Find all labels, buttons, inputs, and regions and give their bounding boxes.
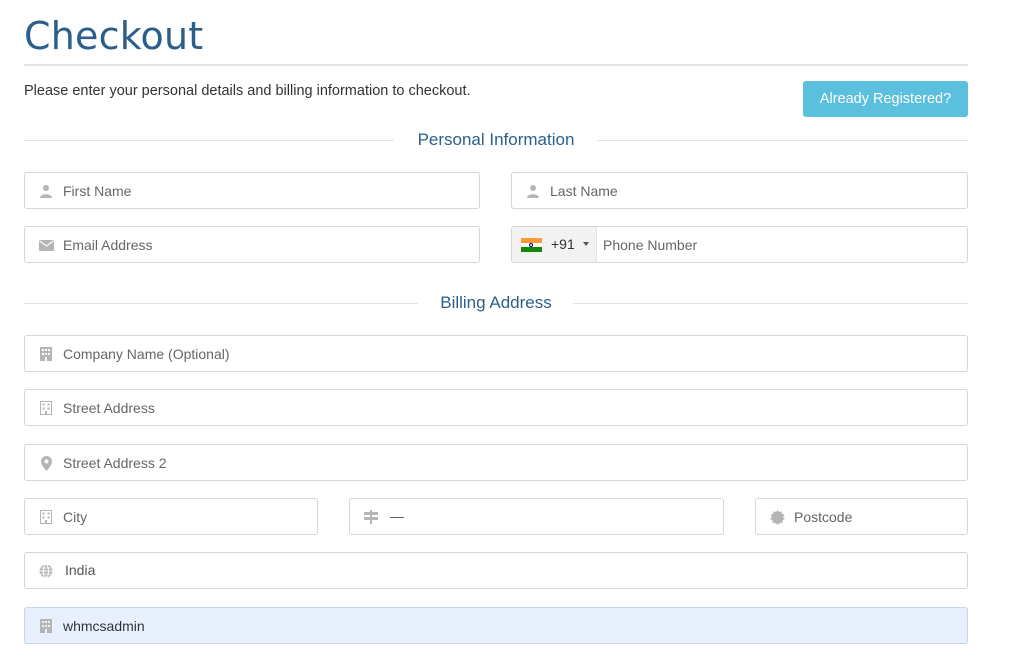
email-input[interactable] (63, 227, 471, 262)
user-icon (525, 183, 541, 199)
map-marker-icon (38, 455, 54, 471)
building-icon (38, 346, 54, 362)
company-name-input[interactable] (63, 336, 959, 371)
state-value: — (390, 508, 404, 524)
billing-address-heading: Billing Address (24, 292, 968, 314)
personal-information-heading: Personal Information (24, 129, 968, 151)
dial-code: +91 (551, 236, 575, 252)
postcode-field[interactable] (755, 498, 968, 535)
first-name-field[interactable] (24, 172, 480, 209)
title-divider (24, 64, 968, 66)
envelope-icon (38, 237, 54, 253)
tax-id-input[interactable] (63, 608, 959, 643)
page-title: Checkout (24, 14, 204, 58)
signpost-icon (363, 509, 379, 525)
country-value: India (65, 562, 96, 578)
email-field[interactable] (24, 226, 480, 263)
last-name-field[interactable] (511, 172, 968, 209)
state-select[interactable]: — (349, 498, 724, 535)
certificate-icon (769, 509, 785, 525)
street-address-2-input[interactable] (63, 445, 959, 480)
company-name-field[interactable] (24, 335, 968, 372)
building-icon (38, 400, 54, 416)
city-input[interactable] (63, 499, 309, 534)
street-address-field[interactable] (24, 389, 968, 426)
tax-id-field[interactable] (24, 607, 968, 644)
last-name-input[interactable] (550, 173, 959, 208)
india-flag-icon (521, 238, 542, 252)
globe-icon (38, 563, 54, 579)
building-icon (38, 618, 54, 634)
country-code-selector[interactable]: +91 (512, 227, 597, 262)
street-address-2-field[interactable] (24, 444, 968, 481)
street-address-input[interactable] (63, 390, 959, 425)
first-name-input[interactable] (63, 173, 471, 208)
already-registered-button[interactable]: Already Registered? (803, 81, 968, 117)
caret-down-icon (583, 242, 589, 246)
divider-right (573, 303, 968, 304)
country-select[interactable]: India (24, 552, 968, 589)
city-field[interactable] (24, 498, 318, 535)
intro-text: Please enter your personal details and b… (24, 83, 471, 99)
user-icon (38, 183, 54, 199)
building-icon (38, 509, 54, 525)
phone-input[interactable] (603, 227, 959, 262)
divider-right (597, 140, 968, 141)
postcode-input[interactable] (794, 499, 959, 534)
phone-field[interactable]: +91 (511, 226, 968, 263)
